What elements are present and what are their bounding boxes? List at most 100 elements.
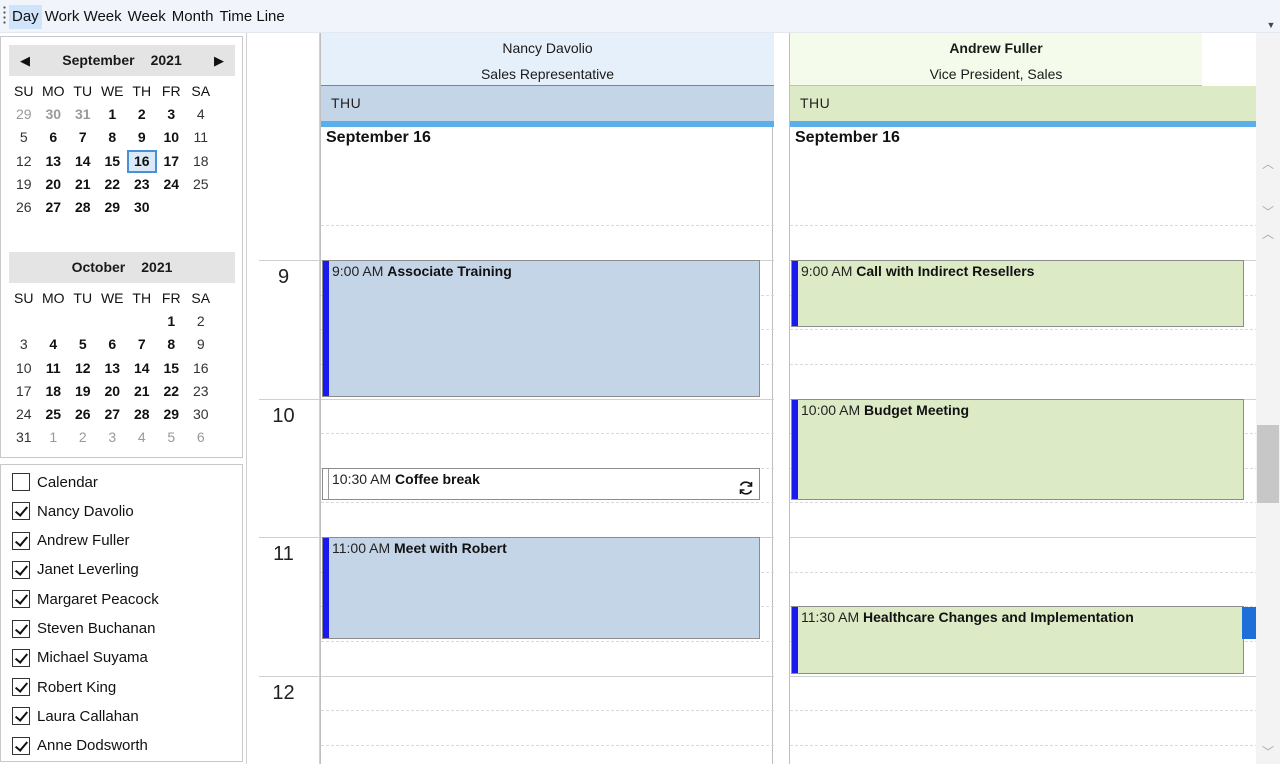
calendar-day[interactable]: 8 (98, 126, 128, 149)
calendar-day[interactable]: 2 (127, 103, 157, 126)
calendar-day[interactable]: 30 (39, 103, 69, 126)
calendar-day[interactable]: 26 (9, 196, 39, 219)
resource-checkbox[interactable] (12, 736, 30, 755)
resource-item-janet-leverling[interactable]: Janet Leverling (12, 558, 139, 582)
scroll-up-icon[interactable]: ︿ (1256, 225, 1280, 242)
calendar-day[interactable]: 20 (98, 380, 128, 403)
view-tab-work-week[interactable]: Work Week (42, 5, 125, 29)
selection-marker[interactable] (1242, 607, 1256, 639)
calendar-day[interactable]: 18 (186, 150, 216, 173)
appointment[interactable]: 9:00 AM Associate Training (322, 260, 760, 397)
prev-month-icon[interactable]: ◀ (15, 45, 35, 76)
resource-item-steven-buchanan[interactable]: Steven Buchanan (12, 617, 155, 641)
calendar-day[interactable]: 3 (98, 426, 128, 449)
calendar-day[interactable]: 4 (186, 103, 216, 126)
toolbar-overflow-icon[interactable]: ▼ (1266, 21, 1276, 30)
calendar-day[interactable]: 29 (98, 196, 128, 219)
calendar-day[interactable]: 23 (186, 380, 216, 403)
resource-item-michael-suyama[interactable]: Michael Suyama (12, 646, 148, 670)
calendar-day[interactable]: 25 (39, 403, 69, 426)
calendar-day[interactable]: 31 (9, 426, 39, 449)
calendar-day[interactable]: 9 (186, 333, 216, 356)
view-tab-month[interactable]: Month (169, 5, 217, 29)
calendar-day[interactable]: 12 (68, 357, 98, 380)
calendar-day[interactable]: 12 (9, 150, 39, 173)
calendar-day[interactable]: 21 (127, 380, 157, 403)
calendar-day[interactable]: 28 (68, 196, 98, 219)
calendar-day[interactable]: 25 (186, 173, 216, 196)
resource-item-calendar[interactable]: Calendar (12, 470, 98, 494)
appointment[interactable]: 11:30 AM Healthcare Changes and Implemen… (791, 606, 1244, 674)
scroll-down-icon[interactable]: ﹀ (1256, 203, 1280, 220)
calendar-day[interactable]: 21 (68, 173, 98, 196)
calendar-day[interactable]: 7 (127, 333, 157, 356)
scroll-down-icon[interactable]: ﹀ (1256, 743, 1280, 760)
next-month-icon[interactable]: ▶ (209, 45, 229, 76)
calendar-day[interactable]: 30 (127, 196, 157, 219)
resource-item-nancy-davolio[interactable]: Nancy Davolio (12, 499, 134, 523)
calendar-day[interactable]: 18 (39, 380, 69, 403)
calendar-day[interactable]: 29 (9, 103, 39, 126)
calendar-day[interactable]: 31 (68, 103, 98, 126)
calendar-day[interactable]: 22 (98, 173, 128, 196)
calendar-day[interactable]: 14 (68, 150, 98, 173)
calendar-day[interactable]: 23 (127, 173, 157, 196)
calendar-day[interactable]: 2 (68, 426, 98, 449)
calendar-day[interactable]: 1 (39, 426, 69, 449)
calendar-day[interactable]: 13 (39, 150, 69, 173)
selected-date[interactable]: 16 (127, 149, 157, 173)
view-tab-day[interactable]: Day (9, 5, 42, 29)
resource-item-laura-callahan[interactable]: Laura Callahan (12, 704, 139, 728)
calendar-day[interactable]: 20 (39, 173, 69, 196)
calendar-day[interactable]: 4 (127, 426, 157, 449)
calendar-day[interactable]: 5 (68, 333, 98, 356)
calendar-day[interactable]: 7 (68, 126, 98, 149)
calendar-day[interactable]: 19 (68, 380, 98, 403)
resource-checkbox[interactable] (12, 707, 30, 726)
view-tab-week[interactable]: Week (125, 5, 169, 29)
resource-checkbox[interactable] (12, 560, 30, 579)
calendar-day[interactable]: 3 (9, 333, 39, 356)
calendar-day[interactable]: 1 (98, 103, 128, 126)
calendar-day[interactable]: 22 (157, 380, 187, 403)
calendar-day[interactable]: 4 (39, 333, 69, 356)
calendar-day[interactable]: 3 (157, 103, 187, 126)
resource-column-andrew-fuller[interactable]: Andrew Fuller Vice President, Sales THU Se… (789, 33, 1258, 764)
resource-item-robert-king[interactable]: Robert King (12, 675, 116, 699)
day-header[interactable]: THU (321, 86, 774, 121)
resource-header[interactable]: Andrew Fuller Vice President, Sales (790, 33, 1202, 86)
view-tab-time-line[interactable]: Time Line (216, 5, 287, 29)
calendar-day[interactable]: 27 (39, 196, 69, 219)
calendar-day[interactable]: 17 (157, 150, 187, 173)
calendar-day[interactable]: 11 (186, 126, 216, 149)
calendar-day[interactable]: 30 (186, 403, 216, 426)
calendar-day[interactable]: 6 (39, 126, 69, 149)
resource-item-andrew-fuller[interactable]: Andrew Fuller (12, 529, 130, 553)
calendar-day[interactable]: 24 (9, 403, 39, 426)
resource-checkbox[interactable] (12, 531, 30, 550)
calendar-day[interactable]: 17 (9, 380, 39, 403)
calendar-day[interactable]: 29 (157, 403, 187, 426)
day-header[interactable]: THU (790, 86, 1258, 121)
calendar-day[interactable]: 11 (39, 357, 69, 380)
calendar-day[interactable]: 14 (127, 357, 157, 380)
resource-checkbox[interactable] (12, 502, 30, 521)
scroll-up-icon[interactable]: ︿ (1256, 155, 1280, 172)
resource-checkbox[interactable] (12, 648, 30, 667)
resource-checkbox[interactable] (12, 678, 30, 697)
calendar-day[interactable]: 19 (9, 173, 39, 196)
calendar-day[interactable]: 5 (9, 126, 39, 149)
calendar-day[interactable]: 10 (9, 357, 39, 380)
scrollbar-thumb[interactable] (1257, 425, 1279, 503)
resource-checkbox[interactable] (12, 473, 30, 491)
appointment[interactable]: 9:00 AM Call with Indirect Resellers (791, 260, 1244, 328)
calendar-day[interactable]: 15 (98, 150, 128, 173)
calendar-day[interactable]: 27 (98, 403, 128, 426)
calendar-day[interactable]: 9 (127, 126, 157, 149)
calendar-day[interactable]: 28 (127, 403, 157, 426)
calendar-day[interactable]: 13 (98, 357, 128, 380)
calendar-day[interactable]: 24 (157, 173, 187, 196)
calendar-day[interactable]: 5 (157, 426, 187, 449)
calendar-day[interactable]: 6 (186, 426, 216, 449)
resource-item-anne-dodsworth[interactable]: Anne Dodsworth (12, 734, 148, 758)
